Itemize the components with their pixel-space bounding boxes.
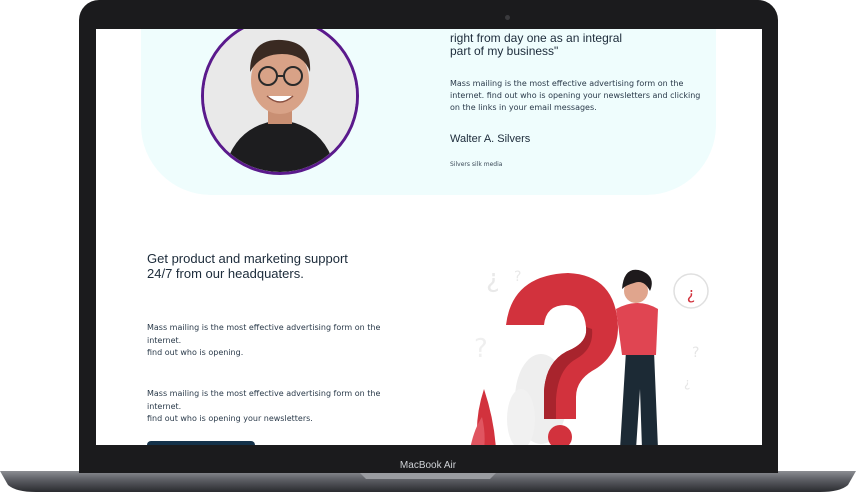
browser-viewport: right from day one as an integral part o… <box>96 29 762 445</box>
support-paragraph-1-line-1: Mass mailing is the most effective adver… <box>147 323 381 345</box>
testimonial-quote: right from day one as an integral part o… <box>450 31 623 58</box>
camera-dot <box>505 15 510 20</box>
cta-button[interactable] <box>147 441 255 445</box>
faded-question-icon: ? <box>514 269 521 285</box>
faded-question-icon: ? <box>474 334 488 364</box>
testimonial-company: Silvers silk media <box>450 161 503 168</box>
support-paragraph-1-line-2: find out who is opening. <box>147 348 244 357</box>
support-heading: Get product and marketing support 24/7 f… <box>147 251 348 281</box>
person-shirt-icon <box>616 303 658 355</box>
faded-question-icon: ¿ <box>486 264 500 294</box>
faded-question-icon: ¿ <box>684 376 690 390</box>
support-paragraph-2-line-1: Mass mailing is the most effective adver… <box>147 389 381 411</box>
testimonial-author: Walter A. Silvers <box>450 133 531 145</box>
person-legs-icon <box>620 351 658 445</box>
support-paragraph-1: Mass mailing is the most effective adver… <box>147 322 407 360</box>
question-illustration: ¿ ¿ ? ? ? ¿ <box>470 264 709 445</box>
speech-bubble-glyph: ¿ <box>687 284 696 303</box>
faded-question-icon: ? <box>692 345 699 361</box>
support-paragraph-2: Mass mailing is the most effective adver… <box>147 388 407 426</box>
person-portrait-icon <box>204 29 356 172</box>
testimonial-body: Mass mailing is the most effective adver… <box>450 79 701 112</box>
device-label: MacBook Air <box>399 460 457 471</box>
support-paragraph-2-line-2: find out who is opening your newsletters… <box>147 414 313 423</box>
